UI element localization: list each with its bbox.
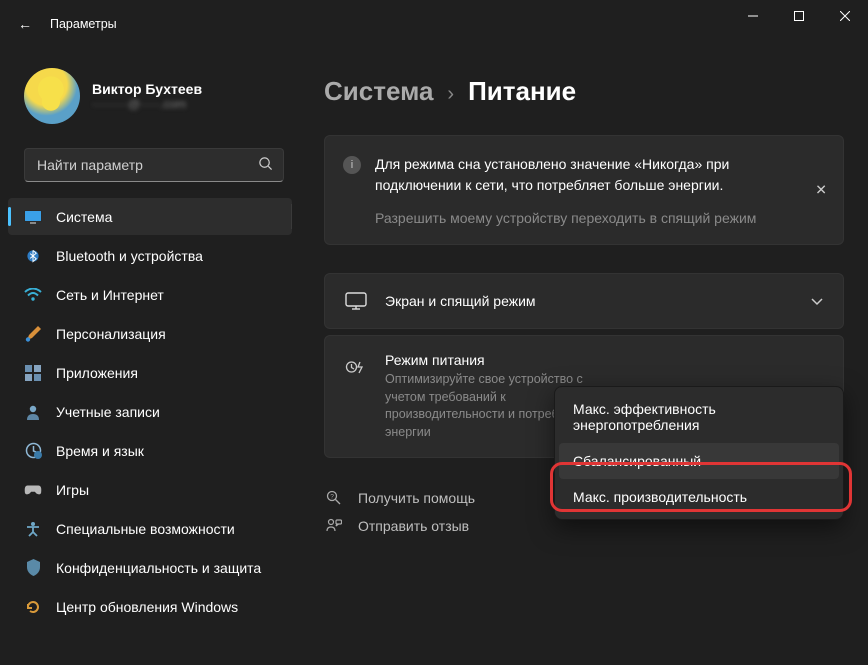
sidebar-item-label: Приложения [56, 365, 138, 381]
sidebar-item-label: Специальные возможности [56, 521, 235, 537]
avatar [24, 68, 80, 124]
apps-icon [24, 364, 42, 382]
sidebar-item-apps[interactable]: Приложения [8, 354, 292, 391]
allow-sleep-link[interactable]: Разрешить моему устройству переходить в … [375, 210, 793, 226]
gamepad-icon [24, 481, 42, 499]
power-mode-dropdown: Макс. эффективность энергопотребления Сб… [554, 386, 844, 520]
link-label: Отправить отзыв [358, 518, 469, 534]
sidebar: Виктор Бухтеев ·········@·····.com Найти… [0, 48, 300, 665]
sidebar-item-privacy[interactable]: Конфиденциальность и защита [8, 549, 292, 586]
sidebar-item-label: Учетные записи [56, 404, 160, 420]
clock-globe-icon [24, 442, 42, 460]
sidebar-item-label: Центр обновления Windows [56, 599, 238, 615]
maximize-button[interactable] [776, 0, 822, 32]
wifi-icon [24, 286, 42, 304]
dropdown-option-performance[interactable]: Макс. производительность [559, 479, 839, 515]
sidebar-item-label: Конфиденциальность и защита [56, 560, 261, 576]
screen-icon [345, 290, 367, 312]
close-icon[interactable]: ✕ [815, 182, 827, 199]
update-icon [24, 598, 42, 616]
main-content: Система › Питание i Для режима сна устан… [300, 48, 868, 665]
sidebar-item-label: Игры [56, 482, 89, 498]
search-icon [258, 156, 273, 174]
energy-info-card: i Для режима сна установлено значение «Н… [324, 135, 844, 245]
person-icon [24, 403, 42, 421]
help-icon: ? [324, 490, 344, 506]
sidebar-item-label: Система [56, 209, 112, 225]
accessibility-icon [24, 520, 42, 538]
minimize-button[interactable] [730, 0, 776, 32]
sidebar-item-accessibility[interactable]: Специальные возможности [8, 510, 292, 547]
search-placeholder: Найти параметр [37, 157, 258, 173]
info-text: Для режима сна установлено значение «Ник… [375, 154, 793, 196]
sidebar-item-network[interactable]: Сеть и Интернет [8, 276, 292, 313]
app-title: Параметры [50, 17, 117, 31]
display-icon [24, 208, 42, 226]
screen-sleep-setting[interactable]: Экран и спящий режим [324, 273, 844, 329]
profile[interactable]: Виктор Бухтеев ·········@·····.com [0, 56, 300, 144]
nav-list: Система Bluetooth и устройства Сеть и Ин… [0, 198, 300, 625]
close-button[interactable] [822, 0, 868, 32]
link-label: Получить помощь [358, 490, 475, 506]
svg-text:?: ? [330, 493, 334, 500]
bluetooth-icon [24, 247, 42, 265]
titlebar: ← Параметры [0, 0, 868, 48]
brush-icon [24, 325, 42, 343]
chevron-down-icon [811, 294, 823, 309]
sidebar-item-windows-update[interactable]: Центр обновления Windows [8, 588, 292, 625]
sidebar-item-label: Bluetooth и устройства [56, 248, 203, 264]
settings-window: ← Параметры Виктор Бухтеев ·········@···… [0, 0, 868, 665]
sidebar-item-label: Персонализация [56, 326, 166, 342]
shield-icon [24, 559, 42, 577]
sidebar-item-personalization[interactable]: Персонализация [8, 315, 292, 352]
page-title: Питание [468, 76, 576, 107]
sidebar-item-label: Время и язык [56, 443, 144, 459]
dropdown-option-balanced[interactable]: Сбалансированный [559, 443, 839, 479]
sidebar-item-accounts[interactable]: Учетные записи [8, 393, 292, 430]
breadcrumb-parent[interactable]: Система [324, 76, 433, 107]
power-mode-icon [345, 356, 367, 378]
feedback-icon [324, 518, 344, 534]
breadcrumb: Система › Питание [324, 76, 844, 107]
chevron-right-icon: › [447, 83, 454, 106]
dropdown-option-efficiency[interactable]: Макс. эффективность энергопотребления [559, 391, 839, 443]
sidebar-item-gaming[interactable]: Игры [8, 471, 292, 508]
setting-title: Режим питания [385, 352, 623, 368]
search-input[interactable]: Найти параметр [24, 148, 284, 182]
window-controls [730, 0, 868, 32]
setting-title: Экран и спящий режим [385, 293, 793, 309]
back-button[interactable]: ← [18, 16, 32, 32]
profile-name: Виктор Бухтеев [92, 81, 202, 97]
sidebar-item-time-language[interactable]: Время и язык [8, 432, 292, 469]
info-icon: i [343, 156, 361, 174]
profile-email: ·········@·····.com [92, 97, 202, 111]
sidebar-item-bluetooth[interactable]: Bluetooth и устройства [8, 237, 292, 274]
sidebar-item-system[interactable]: Система [8, 198, 292, 235]
sidebar-item-label: Сеть и Интернет [56, 287, 164, 303]
